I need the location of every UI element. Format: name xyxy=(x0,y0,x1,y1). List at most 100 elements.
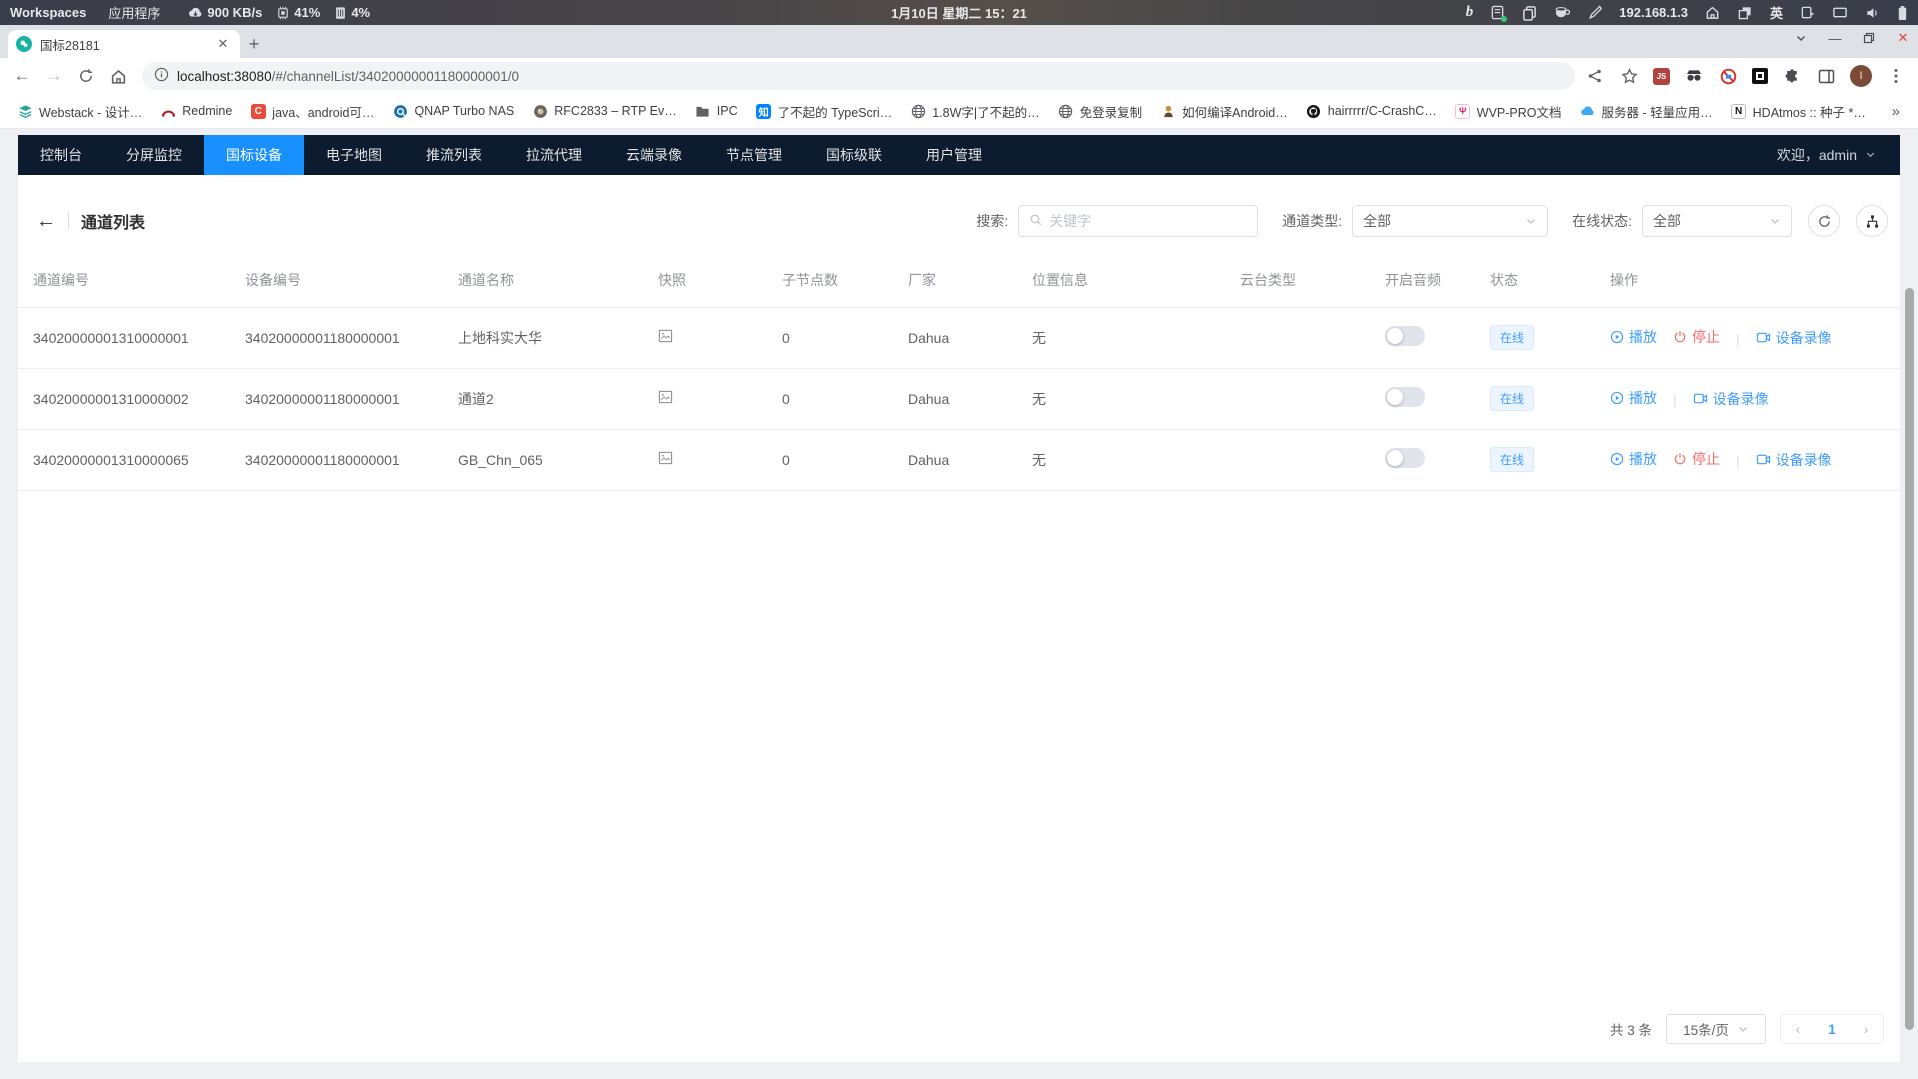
bookmark-item[interactable]: NHDAtmos :: 种子 *… xyxy=(1724,99,1873,124)
current-page[interactable]: 1 xyxy=(1815,1015,1849,1043)
nav-tab-3[interactable]: 电子地图 xyxy=(304,135,404,175)
forward-icon[interactable]: → xyxy=(40,62,68,90)
tablet-tray-icon[interactable] xyxy=(1800,5,1815,20)
notes-tray-icon[interactable] xyxy=(1490,5,1505,20)
nav-tab-7[interactable]: 节点管理 xyxy=(704,135,804,175)
online-status-select[interactable]: 全部 xyxy=(1642,205,1792,237)
coffee-tray-icon[interactable] xyxy=(1554,5,1570,20)
nav-tab-0[interactable]: 控制台 xyxy=(18,135,104,175)
bookmark-item[interactable]: QNAP Turbo NAS xyxy=(385,100,521,122)
bookmark-label: IPC xyxy=(717,104,738,118)
address-bar[interactable]: localhost:38080/#/channelList/3402000000… xyxy=(142,62,1575,90)
blocker-extension-icon[interactable] xyxy=(1718,66,1738,86)
window-close-icon[interactable]: ✕ xyxy=(1894,29,1912,47)
snapshot-image-icon[interactable] xyxy=(658,390,673,404)
cloud-download-icon xyxy=(188,6,203,19)
bookmark-item[interactable]: 如何编译Android… xyxy=(1153,99,1295,124)
browser-tab[interactable]: 国标28181 ✕ xyxy=(8,30,240,58)
window-restore-icon[interactable] xyxy=(1860,29,1878,47)
next-page-button[interactable]: › xyxy=(1849,1015,1883,1043)
windows-tray-icon[interactable] xyxy=(1737,5,1753,20)
record-action-link[interactable]: 设备录像 xyxy=(1756,328,1832,348)
reload-icon[interactable] xyxy=(72,62,100,90)
incognito-extension-icon[interactable] xyxy=(1684,66,1704,86)
bookmark-item[interactable]: 知了不起的 TypeScri… xyxy=(749,99,900,124)
bookmark-item[interactable]: 免登录复制 xyxy=(1051,99,1150,124)
bookmark-item[interactable]: Cjava、android可… xyxy=(243,99,381,124)
bookmark-item[interactable]: 1.8W字|了不起的… xyxy=(903,99,1046,124)
user-menu[interactable]: 欢迎，admin xyxy=(1777,145,1900,165)
tree-view-button[interactable] xyxy=(1856,205,1888,237)
play-icon xyxy=(1610,391,1624,405)
clipboard-tray-icon[interactable] xyxy=(1522,5,1537,21)
column-header: 通道编号 xyxy=(18,253,230,307)
extensions-puzzle-icon[interactable] xyxy=(1782,66,1802,86)
stop-action-link[interactable]: 停止 xyxy=(1673,327,1720,347)
play-action-link[interactable]: 播放 xyxy=(1610,449,1657,469)
display-tray-icon[interactable] xyxy=(1832,6,1848,20)
window-chevron-icon[interactable] xyxy=(1792,29,1810,47)
play-action-link[interactable]: 播放 xyxy=(1610,388,1657,408)
audio-toggle[interactable] xyxy=(1385,448,1425,468)
snapshot-image-icon[interactable] xyxy=(658,329,673,343)
input-language-indicator[interactable]: 英 xyxy=(1770,3,1783,22)
prev-page-button[interactable]: ‹ xyxy=(1781,1015,1815,1043)
record-action-link[interactable]: 设备录像 xyxy=(1693,389,1769,409)
bookmark-star-icon[interactable] xyxy=(1619,66,1639,86)
folder-icon xyxy=(695,103,711,119)
tab-close-icon[interactable]: ✕ xyxy=(214,35,232,53)
column-header: 开启音频 xyxy=(1370,253,1475,307)
nav-tab-8[interactable]: 国标级联 xyxy=(804,135,904,175)
record-action-link[interactable]: 设备录像 xyxy=(1756,450,1832,470)
refresh-button[interactable] xyxy=(1808,205,1840,237)
bookmark-item[interactable]: 服务器 - 轻量应用… xyxy=(1573,99,1720,124)
nav-tab-5[interactable]: 拉流代理 xyxy=(504,135,604,175)
nav-tab-4[interactable]: 推流列表 xyxy=(404,135,504,175)
bookmark-item[interactable]: IPC xyxy=(688,100,745,122)
c-letter-icon: C xyxy=(250,103,266,119)
play-action-link[interactable]: 播放 xyxy=(1610,327,1657,347)
browser-menu-icon[interactable] xyxy=(1886,66,1906,86)
window-minimize-icon[interactable]: — xyxy=(1826,29,1844,47)
nav-tab-6[interactable]: 云端录像 xyxy=(604,135,704,175)
search-input[interactable] xyxy=(1049,213,1247,229)
profile-avatar[interactable]: I xyxy=(1850,65,1872,87)
home-tray-icon[interactable] xyxy=(1705,5,1720,20)
page-size-select[interactable]: 15条/页 xyxy=(1666,1014,1766,1044)
bookmark-label: 1.8W字|了不起的… xyxy=(932,102,1039,121)
pen-tray-icon[interactable] xyxy=(1587,5,1602,20)
page-scrollbar-thumb[interactable] xyxy=(1905,288,1914,1030)
volume-tray-icon[interactable] xyxy=(1865,6,1880,20)
bookmark-item[interactable]: hairrrrr/C-CrashC… xyxy=(1299,100,1444,122)
new-tab-button[interactable]: + xyxy=(240,30,268,58)
channel-type-select[interactable]: 全部 xyxy=(1352,205,1548,237)
bookmark-item[interactable]: Redmine xyxy=(153,100,239,122)
ip-address-indicator[interactable]: 192.168.1.3 xyxy=(1619,5,1688,20)
bing-tray-icon[interactable]: b xyxy=(1466,4,1474,21)
bookmark-item[interactable]: Webstack - 设计… xyxy=(10,99,149,124)
cell-ptz-type xyxy=(1225,429,1370,490)
nav-tab-2[interactable]: 国标设备 xyxy=(204,135,304,175)
back-arrow-button[interactable]: ← xyxy=(32,210,60,233)
stop-action-link[interactable]: 停止 xyxy=(1673,449,1720,469)
bookmark-item[interactable]: RFC2833 – RTP Ev… xyxy=(525,100,684,122)
audio-toggle[interactable] xyxy=(1385,387,1425,407)
share-icon[interactable] xyxy=(1585,66,1605,86)
js-extension-icon[interactable]: JS xyxy=(1653,68,1670,85)
audio-toggle[interactable] xyxy=(1385,326,1425,346)
bookmark-item[interactable]: ΨWVP-PRO文档 xyxy=(1448,99,1569,124)
back-icon[interactable]: ← xyxy=(8,62,36,90)
nav-tab-1[interactable]: 分屏监控 xyxy=(104,135,204,175)
home-icon[interactable] xyxy=(104,62,132,90)
clock[interactable]: 1月10日 星期二 15：21 xyxy=(891,3,1027,22)
toggle-knob xyxy=(1387,389,1403,405)
bookmarks-overflow-button[interactable]: » xyxy=(1884,103,1908,120)
side-panel-icon[interactable] xyxy=(1816,66,1836,86)
info-icon[interactable] xyxy=(154,67,169,85)
nav-tab-9[interactable]: 用户管理 xyxy=(904,135,1004,175)
applications-menu[interactable]: 应用程序 xyxy=(108,3,160,22)
square-extension-icon[interactable] xyxy=(1752,68,1768,84)
workspaces-button[interactable]: Workspaces xyxy=(10,5,86,20)
battery-tray-icon[interactable] xyxy=(1897,5,1908,21)
snapshot-image-icon[interactable] xyxy=(658,451,673,465)
